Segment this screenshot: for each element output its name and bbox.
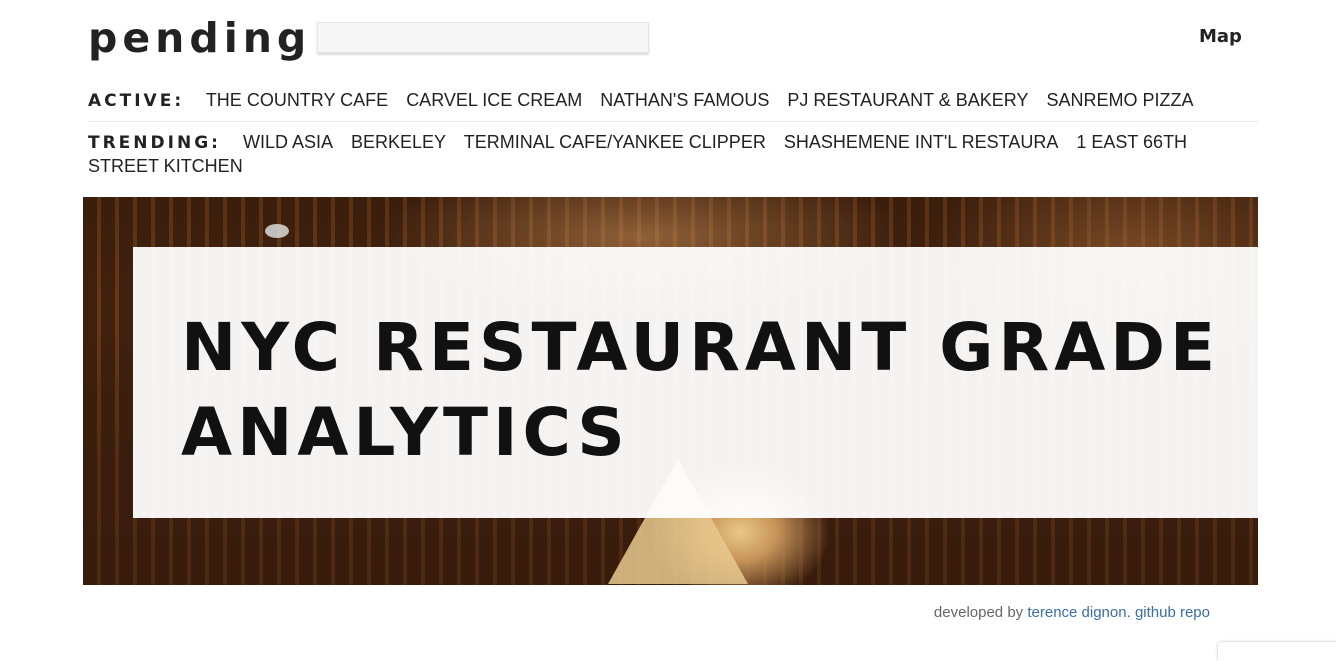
map-link[interactable]: Map bbox=[1199, 26, 1242, 47]
logo[interactable]: pending bbox=[88, 12, 311, 64]
search-input[interactable] bbox=[317, 22, 649, 53]
trending-item[interactable]: WILD ASIA bbox=[243, 132, 333, 152]
trending-item[interactable]: TERMINAL CAFE/YANKEE CLIPPER bbox=[464, 132, 766, 152]
active-row: ACTIVE: THE COUNTRY CAFE CARVEL ICE CREA… bbox=[88, 89, 1258, 113]
row-divider bbox=[88, 121, 1258, 122]
active-item[interactable]: PJ RESTAURANT & BAKERY bbox=[787, 90, 1028, 110]
trending-label: TRENDING: bbox=[88, 133, 221, 153]
active-item[interactable]: NATHAN'S FAMOUS bbox=[600, 90, 769, 110]
active-item[interactable]: SANREMO PIZZA bbox=[1046, 90, 1193, 110]
github-repo-link[interactable]: github repo bbox=[1135, 604, 1210, 621]
footer-prefix: developed by bbox=[933, 604, 1024, 621]
corner-widget[interactable] bbox=[1218, 642, 1336, 661]
hero-banner: NYC RESTAURANT GRADE ANALYTICS bbox=[83, 197, 1258, 585]
active-item[interactable]: CARVEL ICE CREAM bbox=[406, 90, 582, 110]
active-label: ACTIVE: bbox=[88, 91, 185, 111]
active-item[interactable]: THE COUNTRY CAFE bbox=[206, 90, 388, 110]
trending-item[interactable]: SHASHEMENE INT'L RESTAURA bbox=[784, 132, 1058, 152]
footer: developed by terence dignon. github repo bbox=[934, 604, 1210, 621]
ceiling-light bbox=[265, 224, 289, 238]
hero-title-box: NYC RESTAURANT GRADE ANALYTICS bbox=[133, 247, 1258, 518]
trending-item[interactable]: BERKELEY bbox=[351, 132, 446, 152]
hero-title: NYC RESTAURANT GRADE ANALYTICS bbox=[181, 309, 1221, 471]
author-link[interactable]: terence dignon. bbox=[1027, 604, 1130, 621]
trending-row: TRENDING: WILD ASIA BERKELEY TERMINAL CA… bbox=[88, 131, 1258, 178]
